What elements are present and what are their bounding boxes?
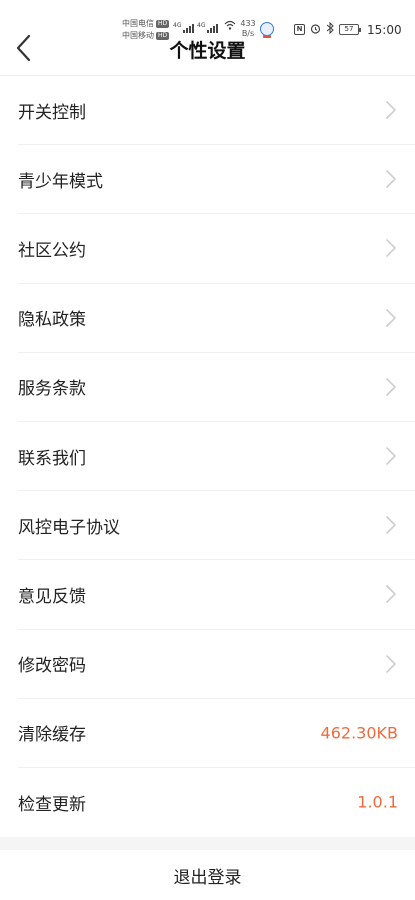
carrier-info: 中国电信 HD 中国移动 HD (122, 18, 172, 42)
app-notification-icon (260, 22, 274, 38)
settings-item-switch-control[interactable]: 开关控制 (18, 76, 415, 146)
network-speed-unit: B/s (241, 29, 255, 38)
settings-item-community-guidelines[interactable]: 社区公约 (18, 214, 415, 284)
settings-item-label: 意见反馈 (18, 586, 86, 607)
signal-indicators: 4G 4G (173, 20, 236, 33)
chevron-right-icon (385, 377, 397, 397)
chevron-left-icon (10, 30, 38, 66)
nfc-icon: N (294, 24, 305, 35)
back-button[interactable] (10, 30, 38, 66)
carrier-2-name: 中国移动 (122, 31, 154, 40)
alarm-icon (310, 23, 321, 37)
status-bar: 中国电信 HD 中国移动 HD 4G 4G 433 B/s N 57 15:00 (0, 0, 415, 44)
settings-item-feedback[interactable]: 意见反馈 (18, 560, 415, 630)
system-icons: N 57 15:00 (294, 21, 402, 37)
signal-strength-icon: 4G (173, 22, 194, 33)
settings-item-label: 开关控制 (18, 102, 86, 123)
signal-strength-icon: 4G (197, 22, 218, 33)
bluetooth-icon (326, 21, 334, 37)
settings-item-label: 服务条款 (18, 379, 86, 400)
settings-item-label: 青少年模式 (18, 171, 103, 192)
settings-item-label: 社区公约 (18, 240, 86, 261)
chevron-right-icon (385, 654, 397, 674)
network-type-label: 4G (173, 22, 182, 29)
clock: 15:00 (367, 22, 402, 37)
settings-item-terms-of-service[interactable]: 服务条款 (18, 353, 415, 422)
battery-level: 57 (344, 25, 354, 33)
settings-item-label: 清除缓存 (18, 725, 86, 746)
settings-item-change-password[interactable]: 修改密码 (18, 630, 415, 699)
chevron-right-icon (385, 584, 397, 604)
settings-item-label: 联系我们 (18, 448, 86, 469)
battery-icon: 57 (339, 24, 361, 35)
settings-item-label: 隐私政策 (18, 310, 86, 331)
chevron-right-icon (385, 515, 397, 535)
settings-item-risk-control-agreement[interactable]: 风控电子协议 (18, 491, 415, 561)
chevron-right-icon (385, 308, 397, 328)
settings-item-contact-us[interactable]: 联系我们 (18, 422, 415, 492)
chevron-right-icon (385, 446, 397, 466)
settings-item-label: 风控电子协议 (18, 517, 120, 538)
settings-item-youth-mode[interactable]: 青少年模式 (18, 145, 415, 215)
settings-item-privacy-policy[interactable]: 隐私政策 (18, 284, 415, 353)
settings-list: 开关控制 青少年模式 社区公约 隐私政策 服务条款 联系我们 风控电子协议 意见… (0, 76, 415, 837)
network-speed-value: 433 (240, 19, 256, 28)
cache-size-value: 462.30KB (320, 723, 398, 743)
carrier-1-name: 中国电信 (122, 19, 154, 28)
hd-badge: HD (156, 32, 170, 40)
logout-button[interactable]: 退出登录 (0, 850, 415, 900)
settings-item-clear-cache[interactable]: 清除缓存 462.30KB (18, 699, 415, 768)
chevron-right-icon (385, 238, 397, 258)
settings-item-check-update[interactable]: 检查更新 1.0.1 (18, 768, 415, 837)
wifi-icon (224, 20, 236, 33)
network-speed: 433 B/s (239, 19, 257, 39)
settings-item-label: 检查更新 (18, 794, 86, 815)
section-separator (0, 837, 415, 850)
network-type-label: 4G (197, 22, 206, 29)
version-value: 1.0.1 (357, 792, 398, 812)
hd-badge: HD (156, 20, 170, 28)
settings-item-label: 修改密码 (18, 656, 86, 677)
chevron-right-icon (385, 100, 397, 120)
chevron-right-icon (385, 169, 397, 189)
